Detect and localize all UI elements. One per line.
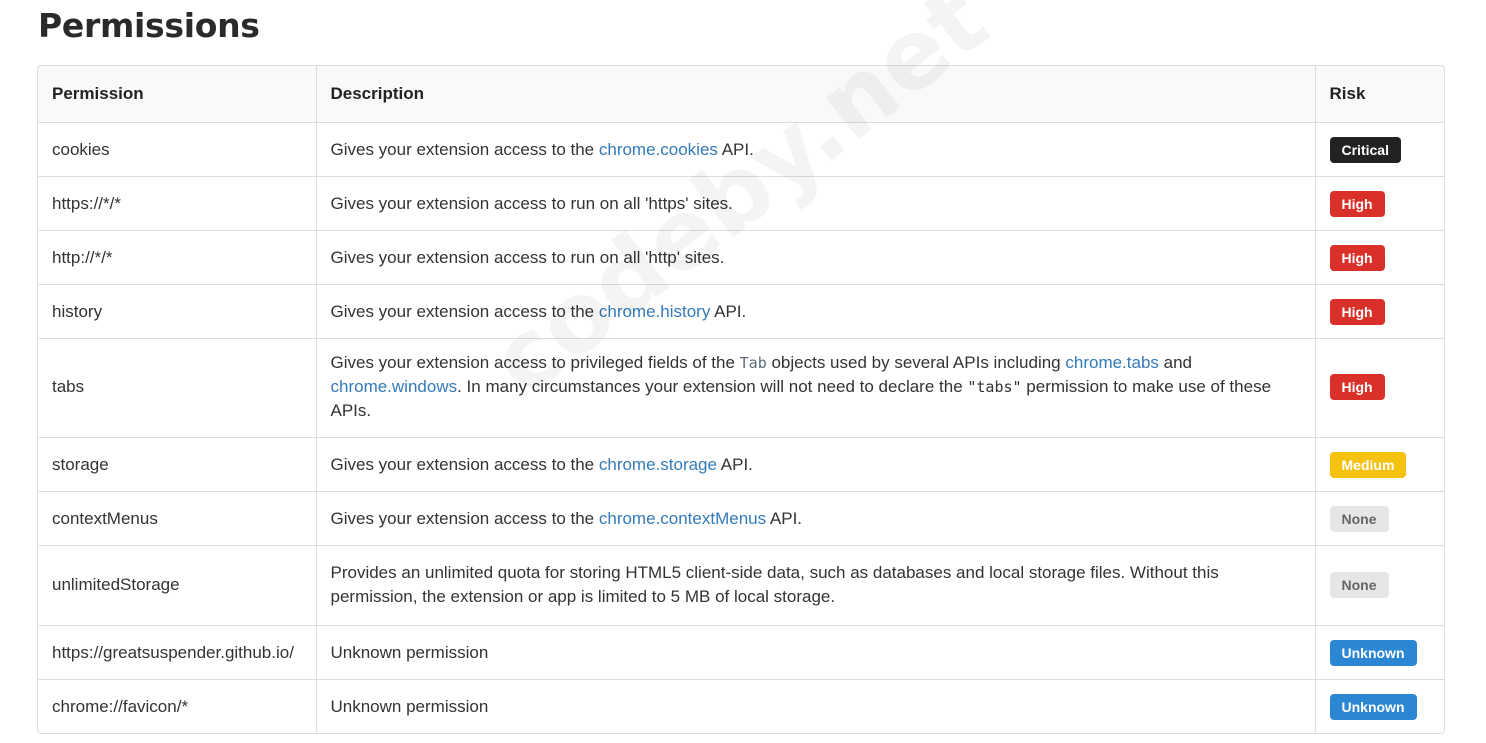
risk-cell: High	[1315, 230, 1444, 285]
description-cell: Gives your extension access to the chrom…	[316, 284, 1316, 339]
risk-badge-high: High	[1329, 244, 1385, 271]
table-row: cookies Gives your extension access to t…	[38, 122, 1444, 177]
description-cell: Gives your extension access to the chrom…	[316, 122, 1316, 177]
tabs-code: "tabs"	[967, 378, 1022, 396]
risk-badge-none: None	[1329, 571, 1389, 598]
risk-cell: None	[1315, 491, 1444, 546]
permission-cell: storage	[38, 437, 317, 492]
chrome-cookies-link[interactable]: chrome.cookies	[599, 140, 718, 159]
permission-cell: tabs	[38, 338, 317, 438]
chrome-tabs-link[interactable]: chrome.tabs	[1065, 353, 1159, 372]
risk-badge-medium: Medium	[1329, 451, 1407, 478]
risk-badge-unknown: Unknown	[1329, 693, 1417, 720]
description-cell: Provides an unlimited quota for storing …	[316, 545, 1316, 626]
table-row: http://*/* Gives your extension access t…	[38, 230, 1444, 285]
description-text: Gives your extension access to the	[330, 508, 599, 528]
risk-cell: Unknown	[1315, 625, 1444, 680]
table-row: https://greatsuspender.github.io/ Unknow…	[38, 625, 1444, 680]
risk-cell: Critical	[1315, 122, 1444, 177]
table-row: unlimitedStorage Provides an unlimited q…	[38, 545, 1444, 626]
header-description: Description	[316, 66, 1316, 123]
page-title: Permissions	[38, 6, 260, 45]
table-row: chrome://favicon/* Unknown permission Un…	[38, 679, 1444, 734]
risk-cell: Unknown	[1315, 680, 1444, 734]
description-cell: Gives your extension access to the chrom…	[316, 437, 1316, 492]
description-text: API.	[710, 301, 747, 321]
description-text: Gives your extension access to the	[330, 454, 599, 474]
table-row: history Gives your extension access to t…	[38, 284, 1444, 339]
permission-cell: contextMenus	[38, 491, 317, 546]
table-row: storage Gives your extension access to t…	[38, 437, 1444, 492]
description-cell: Gives your extension access to privilege…	[316, 338, 1316, 438]
risk-cell: Medium	[1315, 437, 1444, 492]
permission-cell: https://*/*	[38, 176, 317, 231]
description-text: . In many circumstances your extension w…	[457, 377, 968, 396]
risk-cell: High	[1315, 338, 1444, 438]
risk-badge-high: High	[1329, 298, 1385, 325]
permission-cell: unlimitedStorage	[38, 545, 317, 626]
description-cell: Unknown permission	[316, 679, 1316, 733]
chrome-windows-link[interactable]: chrome.windows	[331, 377, 458, 396]
risk-badge-high: High	[1329, 190, 1385, 217]
risk-badge-unknown: Unknown	[1329, 639, 1417, 666]
risk-badge-none: None	[1329, 505, 1389, 532]
permissions-table: Permission Description Risk cookies Give…	[38, 66, 1444, 733]
risk-cell: High	[1315, 176, 1444, 231]
risk-cell: None	[1315, 545, 1444, 626]
header-permission: Permission	[38, 66, 317, 123]
permission-cell: chrome://favicon/*	[38, 679, 317, 733]
chrome-contextmenus-link[interactable]: chrome.contextMenus	[599, 509, 766, 528]
permission-cell: http://*/*	[38, 230, 317, 285]
risk-badge-critical: Critical	[1329, 136, 1401, 163]
risk-cell: High	[1315, 284, 1444, 339]
description-cell: Gives your extension access to the chrom…	[316, 491, 1316, 546]
chrome-storage-link[interactable]: chrome.storage	[599, 455, 717, 474]
description-text: Gives your extension access to the	[330, 139, 599, 159]
permissions-table-container: Permission Description Risk cookies Give…	[37, 65, 1445, 734]
permission-cell: cookies	[38, 122, 317, 177]
description-text: API.	[766, 508, 803, 528]
table-row: https://*/* Gives your extension access …	[38, 176, 1444, 231]
description-text: Gives your extension access to privilege…	[330, 353, 740, 372]
description-cell: Gives your extension access to run on al…	[316, 230, 1316, 285]
permission-cell: history	[38, 284, 317, 339]
tab-code: Tab	[739, 354, 767, 372]
description-text: API.	[716, 454, 753, 474]
table-row: contextMenus Gives your extension access…	[38, 491, 1444, 546]
description-cell: Gives your extension access to run on al…	[316, 176, 1316, 231]
description-text: Gives your extension access to the	[330, 301, 599, 321]
description-cell: Unknown permission	[316, 625, 1316, 680]
permission-cell: https://greatsuspender.github.io/	[38, 625, 317, 680]
table-header-row: Permission Description Risk	[38, 66, 1444, 123]
table-row: tabs Gives your extension access to priv…	[38, 338, 1444, 438]
description-text: objects used by several APIs including	[766, 353, 1066, 372]
description-text: and	[1158, 353, 1193, 372]
risk-badge-high: High	[1329, 374, 1385, 400]
chrome-history-link[interactable]: chrome.history	[599, 302, 710, 321]
description-text: API.	[717, 139, 754, 159]
header-risk: Risk	[1315, 66, 1444, 123]
